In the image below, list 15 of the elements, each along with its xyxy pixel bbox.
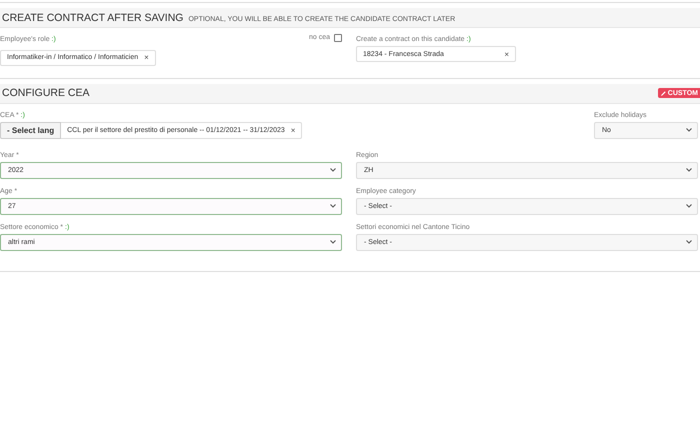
chevron-down-icon (330, 240, 336, 244)
section-title: CREATE CONTRACT AFTER SAVING (2, 12, 184, 24)
pencil-icon (660, 90, 666, 96)
remove-icon[interactable]: × (144, 53, 149, 62)
chevron-down-icon (686, 168, 692, 172)
checkbox[interactable] (334, 34, 342, 42)
remove-icon[interactable]: × (504, 50, 509, 58)
section-title: CONFIGURE CEA (2, 87, 90, 99)
chevron-down-icon (686, 240, 692, 244)
chevron-down-icon (686, 128, 692, 132)
chevron-down-icon (330, 204, 336, 208)
remove-icon[interactable]: × (290, 126, 296, 134)
chevron-down-icon (686, 204, 692, 208)
select-lang-button[interactable]: - Select lang (0, 122, 62, 138)
chevron-down-icon (330, 168, 336, 172)
